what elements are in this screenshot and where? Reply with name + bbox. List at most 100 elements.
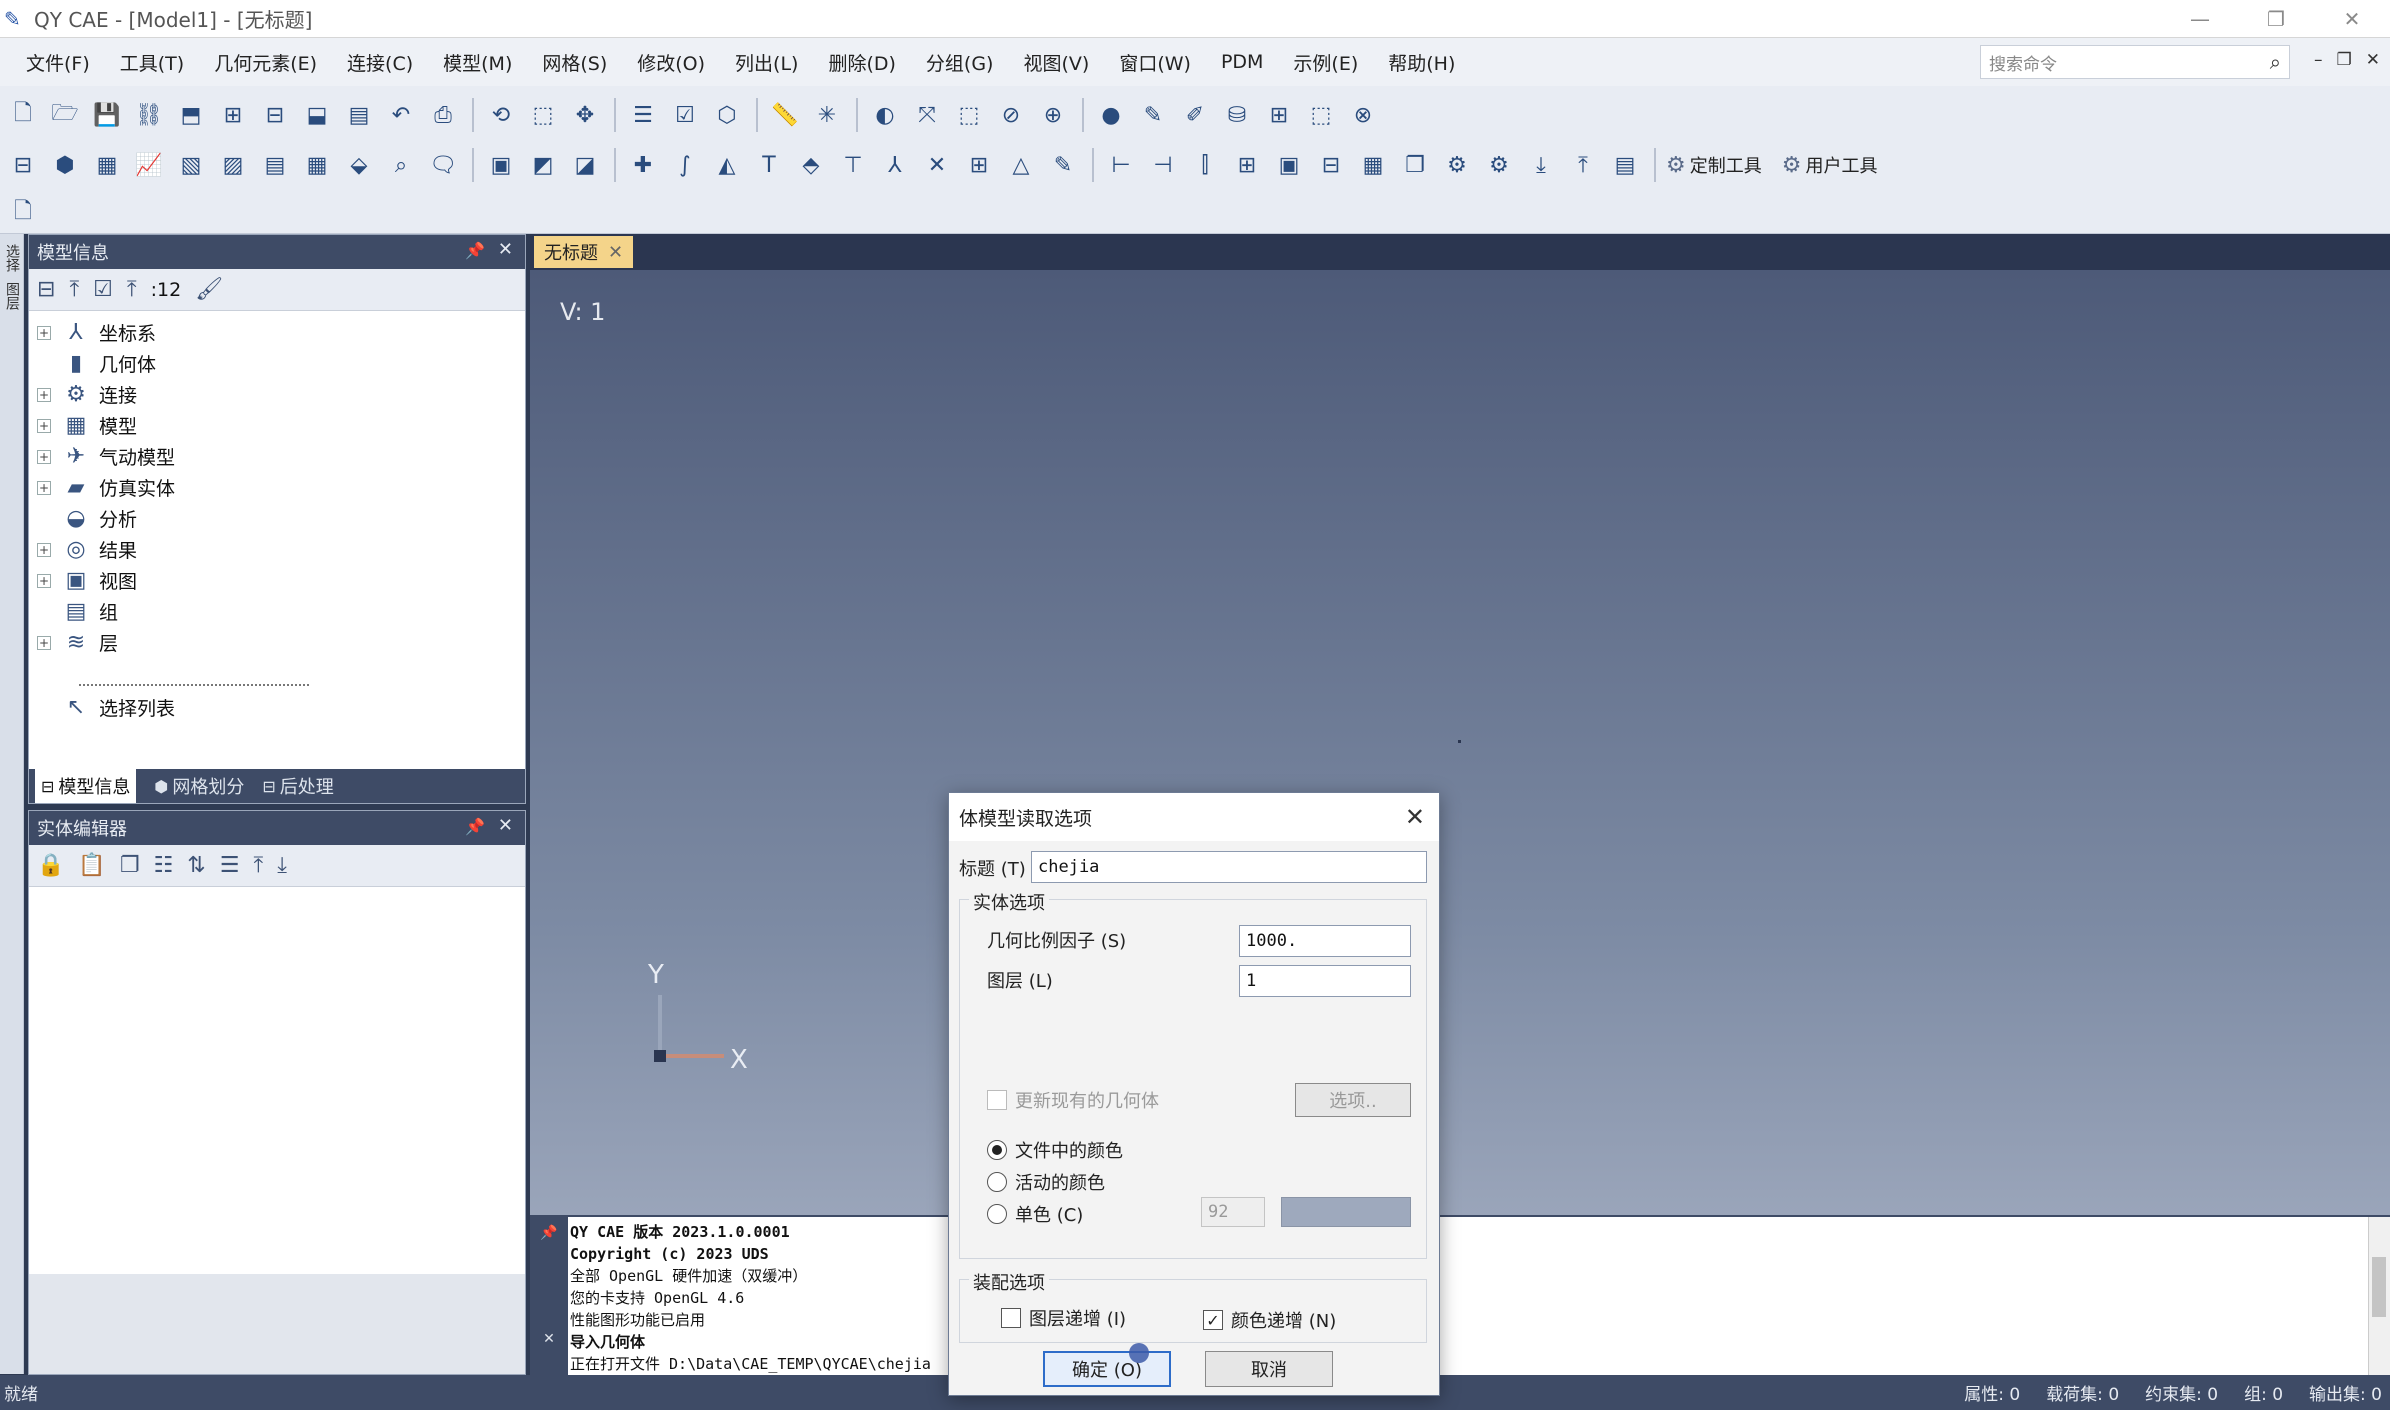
- tree-item[interactable]: + ◎ 结果: [37, 534, 525, 565]
- mdi-minimize-button[interactable]: –: [2314, 50, 2323, 70]
- update-existing-geometry-checkbox[interactable]: 更新现有的几何体: [987, 1087, 1159, 1113]
- import-entity-icon[interactable]: ⤓: [277, 853, 287, 878]
- pin-icon[interactable]: 📌: [465, 241, 485, 260]
- grid-icon[interactable]: ⊞: [216, 98, 250, 132]
- expand-tree-icon[interactable]: ⊟: [37, 277, 55, 302]
- output-scrollbar[interactable]: [2368, 1217, 2390, 1375]
- rotate-icon[interactable]: ⟲: [484, 98, 518, 132]
- beam-icon[interactable]: ⊤: [836, 148, 870, 182]
- point-icon[interactable]: ✚: [626, 148, 660, 182]
- panel-icon[interactable]: ▣: [1272, 148, 1306, 182]
- check-tree-icon[interactable]: ☑: [93, 277, 113, 302]
- open-folder-icon[interactable]: 🗁: [48, 98, 82, 132]
- gear-link-icon[interactable]: ⚙: [1440, 148, 1474, 182]
- block-icon[interactable]: ▦: [1356, 148, 1390, 182]
- extrude-icon[interactable]: ⬘: [794, 148, 828, 182]
- tile-icon[interactable]: ⊟: [1314, 148, 1348, 182]
- load-icon[interactable]: ▧: [174, 148, 208, 182]
- tab-meshing[interactable]: ⬢ 网格划分: [154, 773, 244, 799]
- export-entity-icon[interactable]: ⤒: [253, 853, 263, 878]
- save-icon[interactable]: 💾: [90, 98, 124, 132]
- output-close-icon[interactable]: ✕: [530, 1331, 568, 1347]
- dock-tab-selection[interactable]: 选择: [2, 244, 22, 272]
- menu-connect[interactable]: 连接(C): [347, 49, 413, 76]
- selection-list-item[interactable]: ↖ 选择列表: [37, 692, 525, 723]
- menu-file[interactable]: 文件(F): [26, 49, 90, 76]
- frame-icon[interactable]: ⬚: [1304, 98, 1338, 132]
- constraint-icon[interactable]: ▨: [216, 148, 250, 182]
- expand-icon[interactable]: +: [37, 573, 51, 588]
- list-icon[interactable]: ☰: [626, 98, 660, 132]
- measure-icon[interactable]: 📏: [768, 98, 802, 132]
- insert-icon[interactable]: ⊕: [1036, 98, 1070, 132]
- layer-increment-checkbox-box[interactable]: [1001, 1308, 1021, 1328]
- mdi-close-button[interactable]: ✕: [2366, 50, 2380, 70]
- cancel-icon[interactable]: ⊗: [1346, 98, 1380, 132]
- sort-icon[interactable]: ⇅: [187, 853, 205, 878]
- menu-view[interactable]: 视图(V): [1023, 49, 1089, 76]
- menu-delete[interactable]: 删除(D): [828, 49, 895, 76]
- tree-item[interactable]: + ▣ 视图: [37, 565, 525, 596]
- tree-item[interactable]: + ✈ 气动模型: [37, 441, 525, 472]
- menu-model[interactable]: 模型(M): [443, 49, 512, 76]
- menu-examples[interactable]: 示例(E): [1293, 49, 1358, 76]
- quad-icon[interactable]: ⊞: [1230, 148, 1264, 182]
- close-tab-icon[interactable]: ✕: [608, 242, 623, 263]
- title-input[interactable]: chejia: [1031, 851, 1427, 883]
- menu-group[interactable]: 分组(G): [926, 49, 994, 76]
- lock-icon[interactable]: 🔒: [37, 853, 64, 878]
- table-icon[interactable]: ⊟: [258, 98, 292, 132]
- cancel-button[interactable]: 取消: [1205, 1351, 1333, 1387]
- intersect-icon[interactable]: ✕: [920, 148, 954, 182]
- brush-icon[interactable]: 🖌: [195, 277, 223, 302]
- single-color-value-input[interactable]: 92: [1201, 1197, 1265, 1227]
- expand-icon[interactable]: +: [37, 635, 51, 650]
- expand-icon[interactable]: +: [37, 542, 51, 557]
- database-icon[interactable]: ⛁: [1220, 98, 1254, 132]
- restore-button[interactable]: ❐: [2238, 0, 2314, 38]
- active-color-radio[interactable]: 活动的颜色: [987, 1169, 1105, 1195]
- check-list-icon[interactable]: ☑: [668, 98, 702, 132]
- tree-item[interactable]: + ▦ 模型: [37, 410, 525, 441]
- tab-untitled[interactable]: 无标题 ✕: [534, 236, 634, 268]
- options-button[interactable]: 选项..: [1295, 1083, 1411, 1117]
- menu-list[interactable]: 列出(L): [735, 49, 798, 76]
- tri-mesh-icon[interactable]: △: [1004, 148, 1038, 182]
- menu-help[interactable]: 帮助(H): [1388, 49, 1455, 76]
- snap-icon[interactable]: ✳: [810, 98, 844, 132]
- pan-icon[interactable]: ✥: [568, 98, 602, 132]
- menu-window[interactable]: 窗口(W): [1119, 49, 1191, 76]
- tree-item[interactable]: ▤ 组: [37, 596, 525, 627]
- view-orient-icon[interactable]: ◐: [868, 98, 902, 132]
- search-icon[interactable]: ⌕: [2270, 50, 2281, 74]
- material-icon[interactable]: ⬢: [48, 148, 82, 182]
- render-icon[interactable]: ●: [1094, 98, 1128, 132]
- expand-icon[interactable]: +: [37, 449, 51, 464]
- assembly-icon[interactable]: ◪: [568, 148, 602, 182]
- pick-icon[interactable]: ⤧: [910, 98, 944, 132]
- split-icon[interactable]: ⅄: [878, 148, 912, 182]
- surface-icon[interactable]: ◩: [526, 148, 560, 182]
- repair-icon[interactable]: ✎: [1046, 148, 1080, 182]
- calendar-icon[interactable]: ▦: [300, 148, 334, 182]
- download-icon[interactable]: ⤓: [1524, 148, 1558, 182]
- library-icon[interactable]: ▤: [342, 98, 376, 132]
- single-color-radio[interactable]: 单色 (C): [987, 1201, 1083, 1227]
- import-icon[interactable]: ⬒: [174, 98, 208, 132]
- graphics-viewport[interactable]: V: 1 Y X: [530, 270, 2390, 1215]
- chat-icon[interactable]: 🗨: [426, 148, 460, 182]
- menu-mesh[interactable]: 网格(S): [542, 49, 607, 76]
- pin-icon[interactable]: 📌: [465, 817, 485, 836]
- menu-geometry[interactable]: 几何元素(E): [214, 49, 317, 76]
- update-existing-checkbox-box[interactable]: [987, 1090, 1007, 1110]
- scale-factor-input[interactable]: 1000.: [1239, 925, 1411, 957]
- output-pin-icon[interactable]: 📌: [530, 1225, 568, 1241]
- color-swatch[interactable]: [1281, 1197, 1411, 1227]
- custom-tools-button[interactable]: ⚙ 定制工具: [1666, 152, 1762, 178]
- report-icon[interactable]: ▤: [1608, 148, 1642, 182]
- tree-item[interactable]: + ▰ 仿真实体: [37, 472, 525, 503]
- zoom-region-icon[interactable]: ⬚: [526, 98, 560, 132]
- filter-icon[interactable]: ⊘: [994, 98, 1028, 132]
- curve-icon[interactable]: ∫: [668, 148, 702, 182]
- new-file-icon[interactable]: 🗋: [6, 98, 40, 132]
